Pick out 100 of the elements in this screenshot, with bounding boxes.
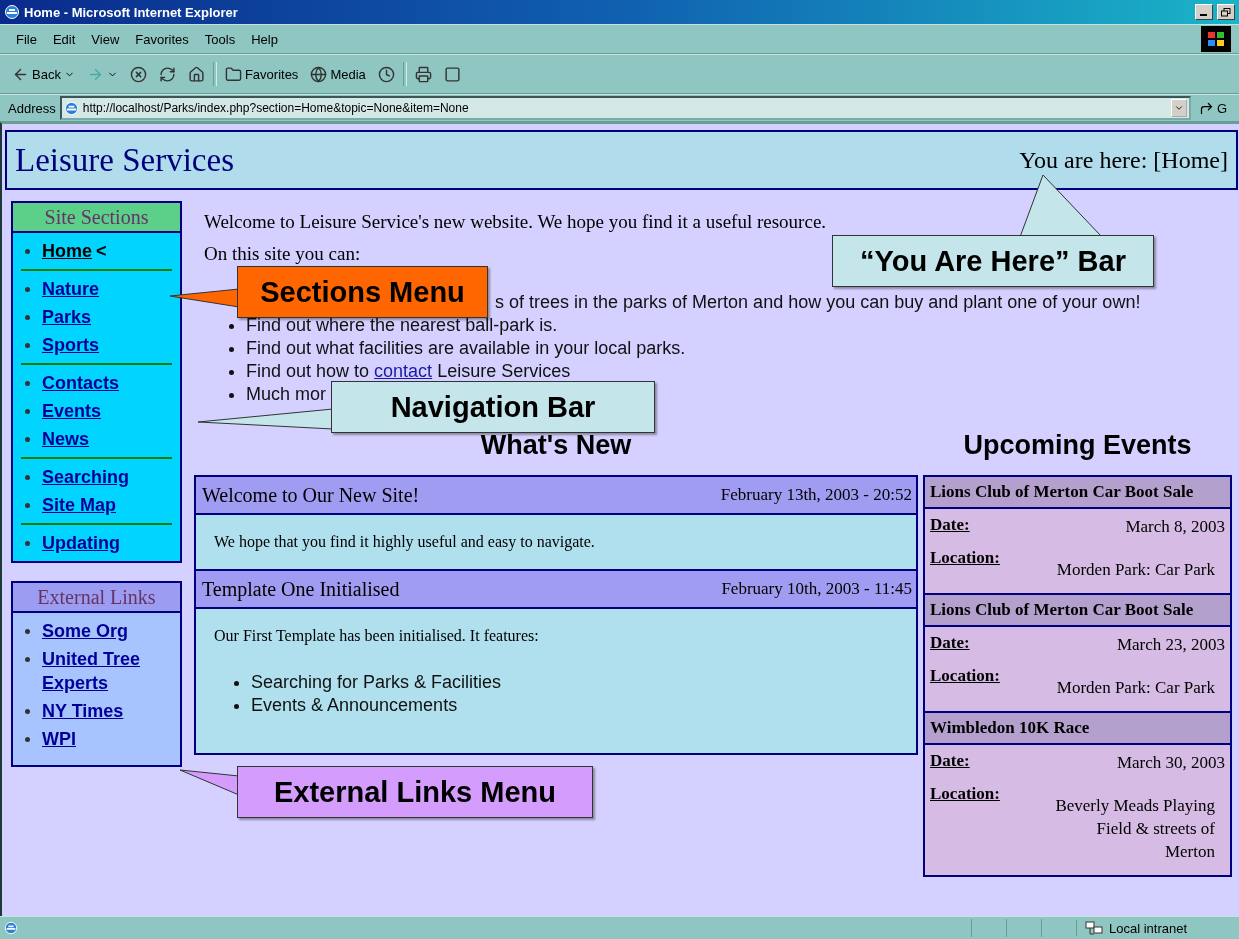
restore-icon: [1221, 7, 1231, 17]
menu-item[interactable]: Favorites: [127, 31, 197, 47]
current-marker: <: [96, 240, 107, 263]
nav-link[interactable]: Site Map: [42, 491, 116, 519]
restore-button[interactable]: [1217, 4, 1235, 20]
bullet-icon: [25, 475, 30, 480]
nav-link[interactable]: News: [42, 425, 90, 453]
nav-link[interactable]: Parks: [42, 303, 92, 331]
bullet-icon: [25, 657, 30, 662]
zone-label: Local intranet: [1109, 920, 1188, 936]
go-arrow-icon: [1198, 100, 1214, 116]
bullet-icon: [25, 287, 30, 292]
menu-heading: External Links: [13, 583, 180, 613]
bullet-icon: [25, 541, 30, 546]
event-title: Lions Club of Merton Car Boot Sale: [925, 477, 1230, 509]
section-heading: Upcoming Events: [962, 430, 1193, 461]
event-location: Morden Park: Car Park: [1055, 559, 1216, 581]
section-heading: What's New: [479, 430, 633, 461]
field-label: Location:: [930, 666, 1000, 687]
field-label: Date:: [930, 633, 970, 654]
folder-icon: [224, 65, 242, 83]
bullet-icon: [229, 324, 234, 329]
callout-pointer: [169, 288, 240, 308]
back-button[interactable]: Back: [8, 65, 79, 83]
bullet-icon: [25, 629, 30, 634]
square-icon: [443, 65, 461, 83]
menu-item[interactable]: Tools: [196, 31, 244, 47]
media-button[interactable]: Media: [306, 65, 370, 83]
news-date: February 13th, 2003 - 20:52: [720, 485, 912, 505]
event-title: Wimbledon 10K Race: [925, 713, 1230, 745]
bullet-icon: [234, 704, 239, 709]
list-text: Find out what facilities are available in your local parks.: [246, 337, 686, 360]
field-label: Date:: [930, 751, 970, 772]
printer-icon: [414, 65, 432, 83]
news-text: Our First Template has been initialised. It features:: [214, 627, 540, 645]
nav-link[interactable]: Updating: [42, 529, 120, 557]
list-text: Much mor: [246, 383, 326, 406]
nav-link[interactable]: Sports: [42, 331, 99, 359]
field-label: Location:: [930, 548, 1000, 569]
bullet-icon: [25, 737, 30, 742]
network-icon: [1085, 920, 1103, 936]
news-title: Template One Initialised: [202, 577, 400, 601]
site-title: Leisure Services: [15, 141, 234, 179]
intro-text: On this site you can:: [204, 243, 361, 265]
bullet-icon: [25, 249, 30, 254]
menu-item[interactable]: Edit: [44, 31, 84, 47]
favorites-button[interactable]: Favorites: [220, 65, 303, 83]
bullet-icon: [234, 681, 239, 686]
nav-link[interactable]: Nature: [42, 275, 99, 303]
menu-item[interactable]: File: [8, 31, 45, 47]
nav-link[interactable]: Contacts: [42, 369, 119, 397]
callout: Navigation Bar: [331, 381, 655, 433]
event-date: March 30, 2003: [1115, 752, 1225, 774]
menu-item[interactable]: View: [83, 31, 128, 47]
external-link[interactable]: Some Org: [42, 617, 129, 645]
window-title: Home - Microsoft Internet Explorer: [24, 4, 239, 20]
event-location: Beverly Meads Playing Field & streets of Merton: [1054, 795, 1216, 863]
nav-link[interactable]: Searching: [42, 463, 130, 491]
news-title: Welcome to Our New Site!: [202, 483, 420, 507]
list-text: Searching for Parks & Facilities: [251, 671, 502, 694]
breadcrumb: You are here: [Home]: [1019, 146, 1228, 174]
clock-icon: [377, 65, 395, 83]
event-date: March 23, 2003: [1115, 634, 1225, 656]
bullet-icon: [25, 503, 30, 508]
welcome-text: Welcome to Leisure Service's new website. We hope you find it a useful resource.: [204, 211, 827, 233]
home-icon: [187, 65, 205, 83]
field-label: Location:: [930, 784, 1000, 805]
nav-link[interactable]: Home: [42, 237, 92, 265]
menu-item[interactable]: Help: [243, 31, 286, 47]
bullet-icon: [25, 709, 30, 714]
field-label: Date:: [930, 515, 970, 536]
list-text: Find out how to contact Leisure Services: [246, 360, 571, 383]
bullet-icon: [229, 393, 234, 398]
address-field[interactable]: http://localhost/Parks/index.php?section=Home&topic=None&item=None: [59, 96, 1191, 120]
bullet-icon: [25, 381, 30, 386]
bullet-icon: [229, 347, 234, 352]
minimize-button[interactable]: [1195, 4, 1213, 20]
bullet-icon: [25, 315, 30, 320]
news-date: February 10th, 2003 - 11:45: [721, 579, 912, 599]
external-link[interactable]: United Tree Experts: [42, 645, 180, 697]
callout-pointer: [179, 769, 240, 796]
refresh-icon: [158, 65, 176, 83]
go-button[interactable]: G: [1194, 100, 1231, 116]
event-title: Lions Club of Merton Car Boot Sale: [925, 595, 1230, 627]
bullet-icon: [25, 409, 30, 414]
bullet-icon: [25, 437, 30, 442]
external-link[interactable]: NY Times: [42, 697, 124, 725]
nav-link[interactable]: Events: [42, 397, 102, 425]
contact-link[interactable]: contact: [374, 361, 433, 381]
news-text: We hope that you find it highly useful and easy to navigate.: [214, 533, 596, 551]
bullet-icon: [25, 343, 30, 348]
bullet-icon: [229, 370, 234, 375]
globe-icon: [310, 65, 328, 83]
callout: Sections Menu: [237, 266, 488, 318]
list-text: Events & Announcements: [251, 694, 458, 717]
external-link[interactable]: WPI: [42, 725, 76, 753]
stop-icon: [129, 65, 147, 83]
list-text: s of trees in the parks of Merton and how you can buy and plant one of your own!: [495, 291, 1141, 314]
windows-logo: [1201, 26, 1231, 52]
address-label: Address: [8, 100, 56, 116]
